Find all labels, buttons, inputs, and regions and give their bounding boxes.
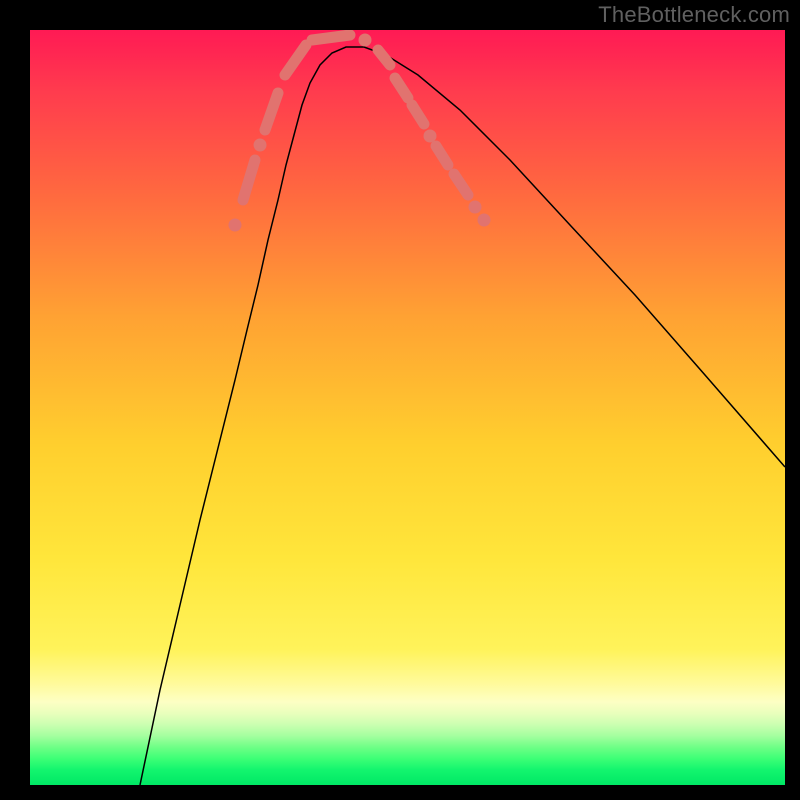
marker-dot [469,201,482,214]
marker-dot [229,219,242,232]
marker-dot [254,139,267,152]
marker-dot [424,130,437,143]
watermark-text: TheBottleneck.com [598,2,790,28]
marker-dot [359,34,372,47]
marker-segment [312,35,350,40]
marker-dot [478,214,491,227]
chart-overlay [30,30,785,785]
marker-segment [436,146,448,165]
marker-segment [243,160,255,200]
marker-segment [265,93,278,130]
chart-canvas: TheBottleneck.com [0,0,800,800]
marker-segment [412,105,424,124]
marker-segment [454,174,468,195]
marker-segment [285,45,306,75]
curve-line [140,47,785,785]
marker-segment [378,50,390,65]
marker-segment [395,78,408,98]
curve-markers [229,34,491,232]
plot-area [30,30,785,785]
